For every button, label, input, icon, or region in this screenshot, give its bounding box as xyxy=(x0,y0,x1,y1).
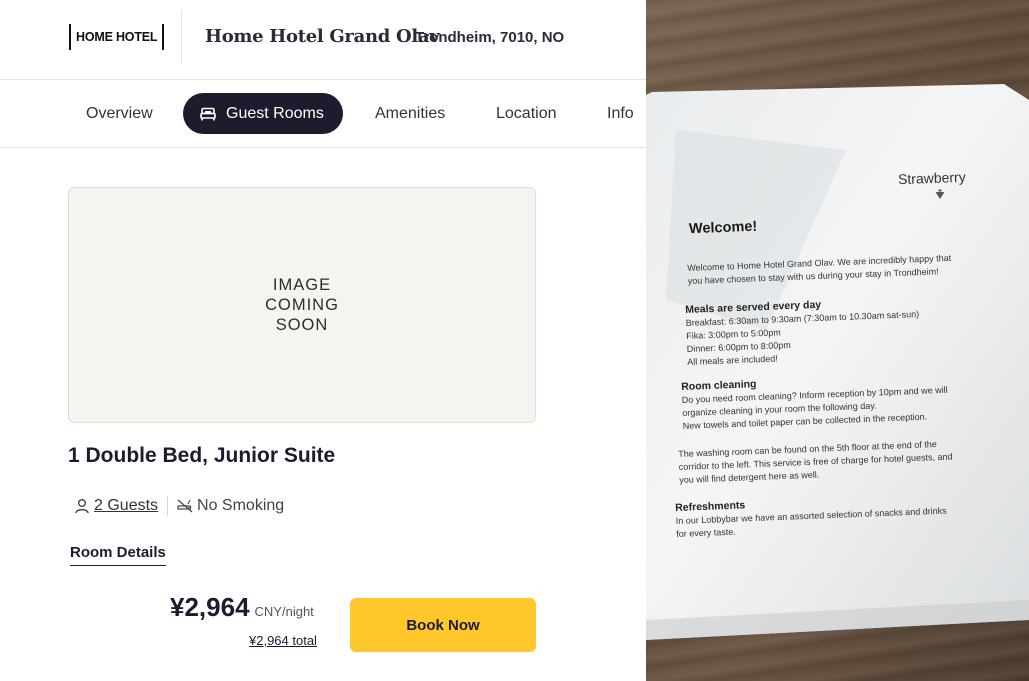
cleaning-block: Room cleaning Do you need room cleaning?… xyxy=(681,371,949,433)
room-details-link[interactable]: Room Details xyxy=(70,544,166,566)
tab-location[interactable]: Location xyxy=(496,93,557,134)
strawberry-brand: Strawberry xyxy=(897,168,966,188)
tab-guest-rooms[interactable]: Guest Rooms xyxy=(183,93,343,134)
header-divider xyxy=(181,10,182,64)
feature-divider xyxy=(167,496,169,516)
smoking-label: No Smoking xyxy=(197,497,285,514)
tab-label: Overview xyxy=(86,104,153,122)
room-features: 2 Guests No Smoking xyxy=(74,494,284,518)
nightly-price: ¥2,964 xyxy=(170,592,250,622)
tab-label: Location xyxy=(496,104,557,122)
hotel-page: HOME HOTEL Home Hotel Grand Olav Trondhe… xyxy=(0,0,646,681)
book-now-button[interactable]: Book Now xyxy=(350,598,536,652)
hotel-logo[interactable]: HOME HOTEL xyxy=(69,24,165,50)
room-image-placeholder[interactable]: IMAGE COMING SOON xyxy=(68,187,536,423)
tab-overview[interactable]: Overview xyxy=(86,93,153,134)
price-unit: CNY/night xyxy=(254,604,314,619)
guests-feature[interactable]: 2 Guests xyxy=(74,497,158,515)
person-icon xyxy=(75,499,89,514)
image-placeholder-text: IMAGE COMING SOON xyxy=(265,276,339,334)
price-block: ¥2,964 CNY/night xyxy=(170,592,314,623)
no-smoking-icon xyxy=(177,499,193,513)
room-title: 1 Double Bed, Junior Suite xyxy=(68,444,336,467)
meals-block: Meals are served every day Breakfast: 6:… xyxy=(685,295,921,369)
guests-link[interactable]: 2 Guests xyxy=(94,497,158,515)
total-price-link[interactable]: ¥2,964 total xyxy=(249,633,317,648)
tab-info[interactable]: Info xyxy=(607,93,634,134)
welcome-letter-photo: Strawberry Welcome! Welcome to Home Hote… xyxy=(646,0,1029,681)
smoking-feature: No Smoking xyxy=(177,497,284,515)
tab-label: Amenities xyxy=(375,104,446,122)
hotel-name: Home Hotel Grand Olav xyxy=(205,26,440,47)
strawberry-icon xyxy=(935,189,945,199)
tab-bar: Overview Guest Rooms Amenities Location … xyxy=(0,80,646,148)
tab-amenities[interactable]: Amenities xyxy=(375,93,445,134)
hotel-location: Trondheim, 7010, NO xyxy=(415,29,565,46)
tab-label: Guest Rooms xyxy=(226,104,324,122)
site-header: HOME HOTEL Home Hotel Grand Olav Trondhe… xyxy=(0,0,646,80)
welcome-heading: Welcome! xyxy=(688,218,758,238)
bed-icon xyxy=(200,107,216,120)
tab-label: Info xyxy=(607,104,634,122)
